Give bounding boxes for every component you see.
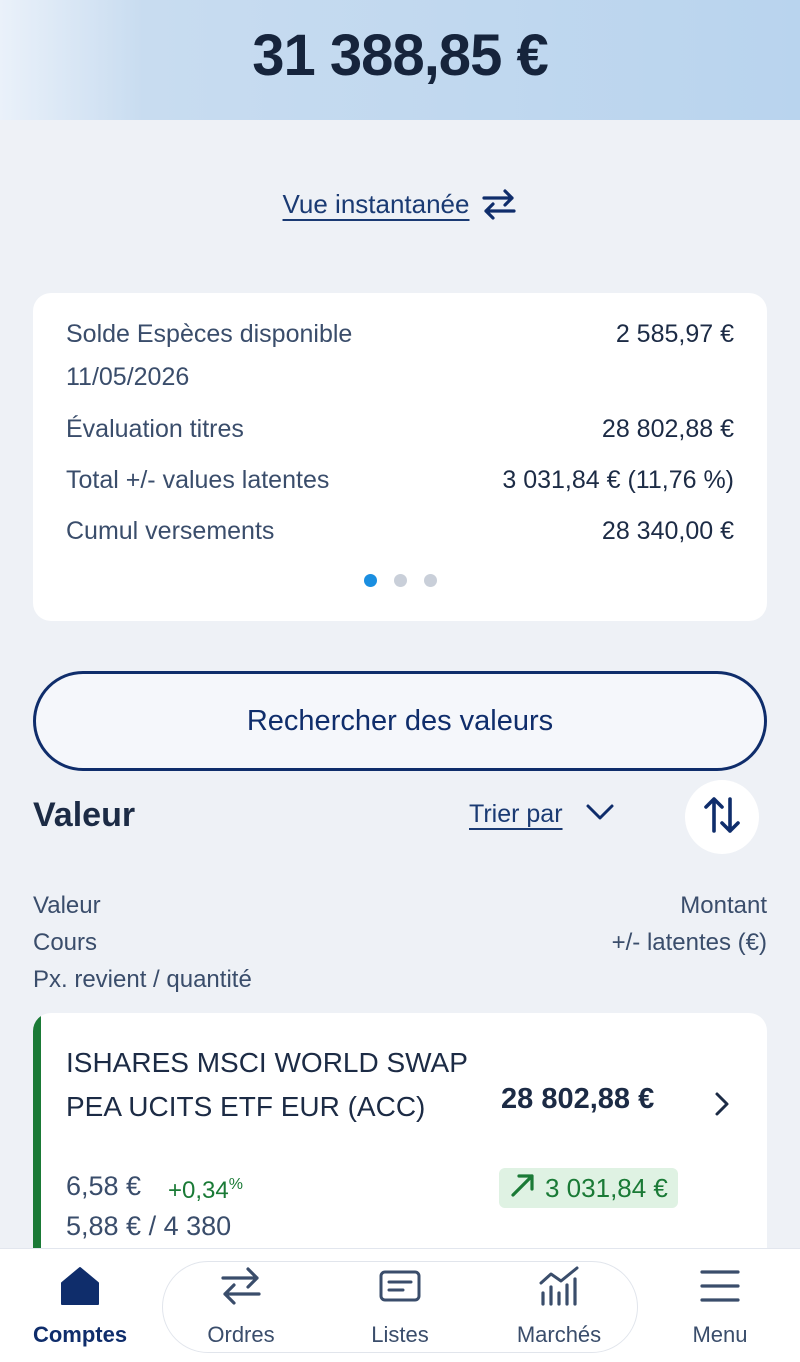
summary-label: Solde Espèces disponible	[66, 320, 353, 348]
nav-item-comptes[interactable]: Comptes	[10, 1265, 150, 1348]
hamburger-menu-icon	[698, 1265, 742, 1312]
carousel-pager[interactable]	[33, 574, 767, 587]
column-header-right: +/- latentes (€)	[611, 929, 767, 956]
nav-item-menu[interactable]: Menu	[650, 1265, 790, 1348]
summary-date: 11/05/2026	[66, 363, 190, 391]
summary-row-securities: Évaluation titres 28 802,88 €	[66, 415, 734, 444]
sort-arrows-icon	[702, 795, 742, 840]
holding-row[interactable]: ISHARES MSCI WORLD SWAP PEA UCITS ETF EU…	[33, 1013, 767, 1273]
holding-amount: 28 802,88 €	[501, 1083, 655, 1115]
sort-order-button[interactable]	[685, 780, 759, 854]
summary-value: 28 340,00 €	[601, 517, 734, 545]
nav-label: Ordres	[207, 1322, 275, 1347]
summary-value: 2 585,97 €	[615, 320, 734, 348]
sort-by-dropdown[interactable]: Trier par	[469, 800, 615, 829]
unrealized-gain-badge: 3 031,84 €	[499, 1168, 678, 1208]
bottom-navigation: Comptes Ordres Listes Marchés Menu	[0, 1248, 800, 1362]
holding-change: +0,34%	[168, 1176, 243, 1205]
search-securities-button[interactable]: Rechercher des valeurs	[33, 671, 767, 771]
holding-accent-bar	[33, 1013, 41, 1273]
column-header-right: Montant	[680, 892, 767, 919]
swap-arrows-icon	[481, 188, 517, 220]
summary-label: Total +/- values latentes	[66, 466, 330, 494]
holding-price: 6,58 €	[66, 1171, 142, 1201]
nav-label: Listes	[371, 1322, 429, 1347]
column-header-left: Px. revient / quantité	[33, 966, 252, 993]
pager-dot[interactable]	[393, 574, 407, 587]
account-summary-card[interactable]: Solde Espèces disponible 2 585,97 € 11/0…	[33, 293, 767, 621]
holding-name: ISHARES MSCI WORLD SWAP PEA UCITS ETF EU…	[66, 1047, 468, 1122]
column-header-left: Cours	[33, 929, 98, 956]
summary-row-deposits: Cumul versements 28 340,00 €	[66, 517, 734, 546]
swap-arrows-icon	[219, 1265, 263, 1312]
summary-value: 3 031,84 € (11,76 %)	[502, 466, 734, 494]
trend-up-icon	[509, 1171, 537, 1206]
nav-label: Menu	[692, 1322, 748, 1347]
gain-value: 3 031,84 €	[545, 1172, 668, 1203]
snapshot-view-link[interactable]: Vue instantanée	[0, 188, 800, 220]
nav-item-listes[interactable]: Listes	[330, 1265, 470, 1348]
change-unit: %	[228, 1176, 243, 1193]
list-icon	[378, 1265, 422, 1312]
sort-by-label: Trier par	[469, 800, 563, 828]
holding-cost-quantity: 5,88 € / 4 380	[66, 1211, 232, 1241]
nav-label: Comptes	[32, 1322, 128, 1347]
summary-value: 28 802,88 €	[601, 415, 734, 443]
pager-dot[interactable]	[363, 574, 377, 587]
chevron-right-icon	[713, 1091, 731, 1122]
summary-row-cash: Solde Espèces disponible 2 585,97 €	[66, 320, 734, 349]
header-banner: 31 388,85 €	[0, 0, 800, 120]
column-header-left: Valeur	[33, 892, 101, 919]
total-balance: 31 388,85 €	[252, 22, 548, 88]
nav-item-ordres[interactable]: Ordres	[171, 1265, 311, 1348]
nav-label: Marchés	[516, 1322, 602, 1347]
snapshot-label: Vue instantanée	[282, 188, 470, 219]
bar-chart-icon	[537, 1265, 581, 1312]
chevron-down-icon	[585, 803, 615, 826]
change-value: +0,34	[168, 1177, 229, 1204]
summary-label: Évaluation titres	[66, 415, 244, 443]
list-title: Valeur	[33, 796, 136, 834]
nav-item-marches[interactable]: Marchés	[489, 1265, 629, 1348]
summary-row-unrealized: Total +/- values latentes 3 031,84 € (11…	[66, 466, 734, 495]
home-icon	[58, 1265, 102, 1312]
pager-dot[interactable]	[423, 574, 437, 587]
summary-label: Cumul versements	[66, 517, 275, 545]
